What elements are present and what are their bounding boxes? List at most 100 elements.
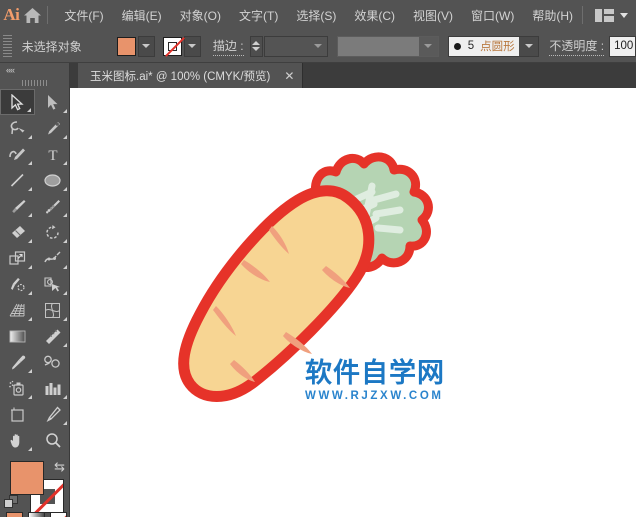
menu-divider [46,6,48,24]
opacity-input[interactable]: 100 [609,35,636,57]
tool-flyout-indicator [28,161,32,165]
tool-flyout-indicator [63,109,67,113]
stroke-profile-dropdown[interactable] [336,35,439,57]
svg-text:T: T [48,148,57,163]
swap-fill-stroke-icon[interactable]: ⇆ [54,459,65,475]
perspective-grid-tool[interactable] [0,297,35,323]
watermark-url: WWW.RJZXW.COM [305,390,444,402]
lasso-tool[interactable] [0,115,35,141]
free-transform-tool[interactable] [0,271,35,297]
stroke-swatch-none[interactable] [162,36,182,56]
tools-panel-grip[interactable] [0,76,69,89]
measure-tool[interactable] [35,323,70,349]
stroke-dropdown-button[interactable] [183,35,201,57]
eyedropper-tool[interactable] [0,349,35,375]
fill-swatch[interactable] [116,36,136,56]
canvas-area[interactable]: 软件自学网 WWW.RJZXW.COM [70,88,636,517]
gradient-mode-button[interactable] [28,512,45,517]
collapse-panel-icon[interactable]: «« [0,63,69,76]
menu-window[interactable]: 窗口(W) [462,3,523,28]
document-tab[interactable]: 玉米图标.ai* @ 100% (CMYK/预览) ✕ [78,63,304,88]
tool-flyout-indicator [63,135,67,139]
rotate-tool[interactable] [35,219,70,245]
type-tool[interactable]: T [35,141,70,167]
gradient-tool[interactable] [0,323,35,349]
tool-flyout-indicator [28,213,32,217]
control-bar-grip[interactable] [3,35,12,57]
tool-flyout-indicator [63,421,67,425]
home-icon[interactable] [23,0,43,30]
hand-tool[interactable] [0,427,35,453]
paintbrush-tool[interactable] [0,193,35,219]
stepper-up-icon [252,41,261,45]
stepper-down-icon [252,47,261,51]
tools-panel: «« T ⇆ [0,63,70,517]
brush-dropdown-arrow[interactable] [519,36,539,56]
tool-flyout-indicator [28,447,32,451]
menu-effect[interactable]: 效果(C) [345,3,404,28]
chevron-down-icon [424,44,433,48]
tool-flyout-indicator [63,291,67,295]
stroke-profile-arrow[interactable] [418,36,438,56]
tool-flyout-indicator [63,395,67,399]
fill-swatch-group [116,35,155,57]
blob-brush-tool[interactable] [35,193,70,219]
line-segment-tool[interactable] [0,167,35,193]
selection-tool[interactable] [0,89,35,115]
menu-select[interactable]: 选择(S) [287,3,345,28]
workspace-icon[interactable] [595,8,614,22]
stroke-weight-stepper[interactable] [249,35,263,57]
pen-tool[interactable] [35,115,70,141]
menu-view[interactable]: 视图(V) [404,3,462,28]
tool-flyout-indicator [28,291,32,295]
document-tab-label: 玉米图标.ai* @ 100% (CMYK/预览) [90,70,271,83]
width-tool[interactable] [35,245,70,271]
shape-builder-tool[interactable] [35,271,70,297]
fill-dropdown-button[interactable] [137,35,155,57]
app-logo: Ai [3,5,20,24]
color-mode-button[interactable] [6,512,23,517]
curvature-tool[interactable] [0,141,35,167]
chevron-down-icon [188,44,197,48]
scale-tool[interactable] [0,245,35,271]
watermark: 软件自学网 WWW.RJZXW.COM [305,360,445,402]
menu-object[interactable]: 对象(O) [171,3,230,28]
fill-color-indicator[interactable] [10,461,44,495]
symbol-sprayer-tool[interactable] [0,375,35,401]
brush-definition-dropdown[interactable]: 5 点圆形 [447,35,540,57]
tool-flyout-indicator [28,265,32,269]
direct-selection-tool[interactable] [35,89,70,115]
menu-help[interactable]: 帮助(H) [523,3,582,28]
tool-flyout-indicator [63,239,67,243]
menu-edit[interactable]: 编辑(E) [113,3,171,28]
column-graph-tool[interactable] [35,375,70,401]
close-icon[interactable]: ✕ [284,69,294,83]
ellipse-tool[interactable] [35,167,70,193]
color-mode-row [6,512,67,517]
stroke-weight-dropdown[interactable] [310,37,327,56]
control-bar: 未选择对象 描边 : 5 点圆形 不透明度 : 100 [0,30,636,63]
stroke-weight-input[interactable] [263,35,328,57]
blend-tool[interactable] [35,349,70,375]
default-fill-stroke-icon[interactable] [4,495,19,510]
menubar-right-divider [582,6,583,24]
brush-preview-icon [453,42,461,50]
chevron-down-icon[interactable] [620,12,628,18]
menu-file[interactable]: 文件(F) [55,3,112,28]
artboard-tool[interactable] [0,401,35,427]
chevron-down-icon [314,44,323,48]
tool-flyout-indicator [27,108,31,112]
menu-type[interactable]: 文字(T) [230,3,287,28]
tool-flyout-indicator [28,135,32,139]
tool-flyout-indicator [63,343,67,347]
eraser-tool[interactable] [0,219,35,245]
opacity-value: 100 [614,40,634,52]
none-mode-button[interactable] [50,512,67,517]
slice-tool[interactable] [35,401,70,427]
mesh-tool[interactable] [35,297,70,323]
zoom-tool[interactable] [35,427,70,453]
stroke-profile-value [338,37,419,56]
fill-stroke-indicator: ⇆ [0,457,70,517]
menubar-right-group [582,6,636,24]
opacity-label: 不透明度 : [549,37,605,56]
